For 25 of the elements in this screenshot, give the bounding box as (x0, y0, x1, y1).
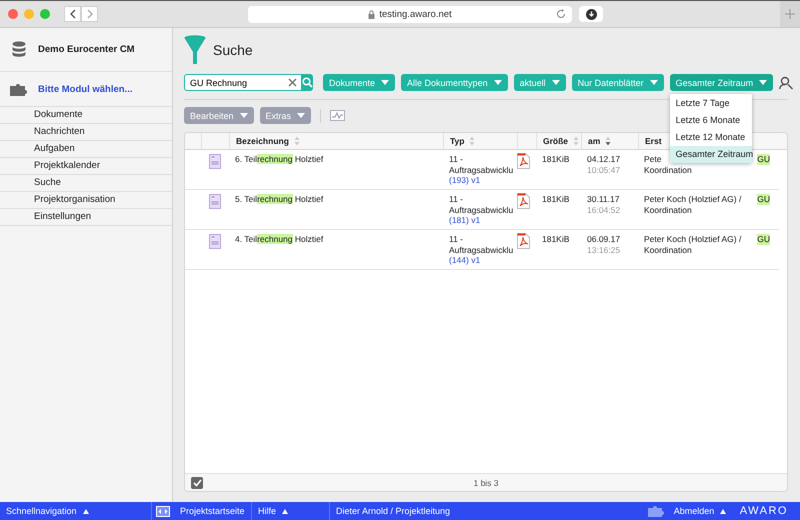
table-cell: 10:05:47 (587, 164, 620, 175)
logo: AWARO (740, 505, 788, 517)
table-cell: Peter Koch (Holztief AG) / GU (644, 194, 770, 204)
table-cell: Koordination (644, 204, 692, 215)
table-cell: Peter Koch (Holztief AG) / GU (644, 234, 770, 244)
table-cell: 11 - (449, 154, 464, 164)
table-cell: 06.09.17 (587, 234, 620, 244)
table-cell: 181KiB (542, 154, 570, 164)
user-name: Dieter Arnold / Projektleitung (335, 505, 452, 518)
table-cell: Auftragsabwicklu (449, 244, 514, 255)
table-cell: Auftragsabwicklu (449, 164, 514, 175)
table-cell: 11 - (449, 194, 464, 204)
table-cell: 30.11.17 (587, 194, 620, 204)
table-cell: 181KiB (542, 234, 570, 244)
table-cell: 181KiB (542, 194, 570, 204)
page-title: Suche (213, 42, 253, 58)
table-cell: Koordination (644, 164, 692, 175)
table-cell: 04.12.17 (587, 154, 620, 164)
project-name: Demo Eurocenter CM (38, 44, 135, 55)
table-cell: Auftragsabwicklu (449, 204, 514, 215)
result-count: 1 bis 3 (473, 478, 499, 488)
table-cell: 16:04:52 (587, 204, 620, 215)
table-cell: 11 - (449, 234, 464, 244)
table-cell: 13:16:25 (587, 244, 620, 255)
table-cell: Koordination (644, 244, 692, 255)
